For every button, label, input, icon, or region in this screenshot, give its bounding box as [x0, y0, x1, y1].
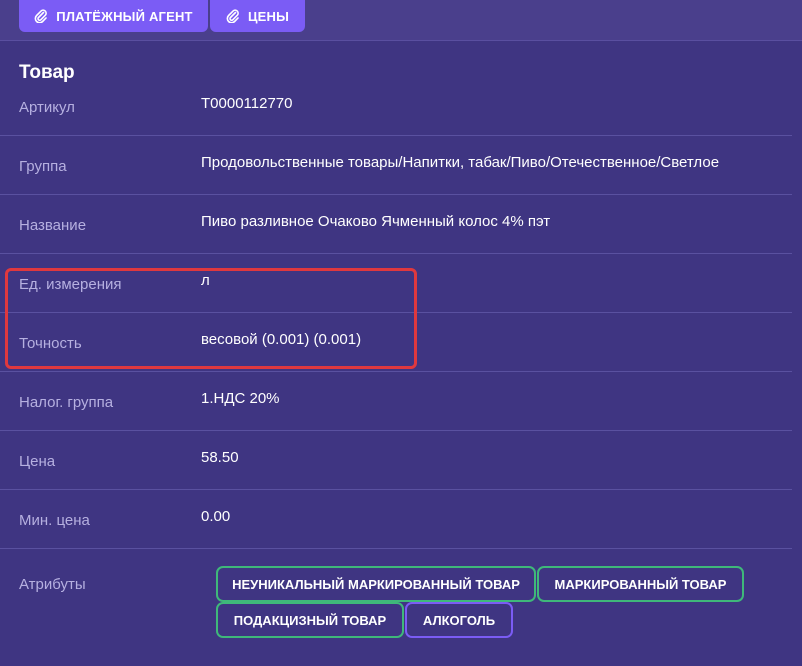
prices-label: ЦЕНЫ — [247, 8, 290, 24]
paperclip-icon — [34, 9, 48, 24]
field-label: Группа — [19, 158, 67, 175]
payment-agent-button[interactable]: ПЛАТЁЖНЫЙ АГЕНТ — [19, 0, 208, 32]
field-value: Пиво разливное Очаково Ячменный колос 4%… — [201, 213, 551, 230]
field-label: Мин. цена — [19, 512, 90, 529]
field-label: Цена — [19, 453, 56, 470]
payment-agent-label: ПЛАТЁЖНЫЙ АГЕНТ — [56, 8, 193, 24]
field-value: Т0000112770 — [201, 95, 293, 112]
field-value: весовой (0.001) (0.001) — [201, 331, 362, 348]
prices-button[interactable]: ЦЕНЫ — [210, 0, 305, 32]
field-row-precision: Точность весовой (0.001) (0.001) — [0, 313, 792, 372]
field-row-name: Название Пиво разливное Очаково Ячменный… — [0, 195, 792, 254]
field-row-min-price: Мин. цена 0.00 — [0, 490, 792, 549]
attribute-chip-marked[interactable]: МАРКИРОВАННЫЙ ТОВАР — [537, 566, 744, 602]
attribute-chip-alcohol[interactable]: АЛКОГОЛЬ — [405, 602, 513, 638]
field-label: Налог. группа — [19, 394, 114, 411]
field-row-unit: Ед. измерения л — [0, 254, 792, 313]
attribute-chip-excise[interactable]: ПОДАКЦИЗНЫЙ ТОВАР — [216, 602, 404, 638]
field-value: Продовольственные товары/Напитки, табак/… — [201, 154, 720, 171]
attribute-chip-nonunique-marked[interactable]: НЕУНИКАЛЬНЫЙ МАРКИРОВАННЫЙ ТОВАР — [216, 566, 536, 602]
top-toolbar: ПЛАТЁЖНЫЙ АГЕНТ ЦЕНЫ — [0, 0, 802, 41]
field-value: л — [201, 272, 210, 289]
field-label: Название — [19, 217, 87, 234]
field-value: 58.50 — [201, 449, 239, 466]
field-label: Ед. измерения — [19, 276, 122, 293]
field-label: Артикул — [19, 99, 75, 116]
field-value: 0.00 — [201, 508, 231, 525]
field-row-tax-group: Налог. группа 1.НДС 20% — [0, 372, 792, 431]
field-row-group: Группа Продовольственные товары/Напитки,… — [0, 136, 792, 195]
field-value: 1.НДС 20% — [201, 390, 280, 407]
field-row-sku: Артикул Т0000112770 — [0, 77, 792, 136]
field-row-price: Цена 58.50 — [0, 431, 792, 490]
field-label: Атрибуты — [19, 576, 86, 593]
product-panel: Товар Артикул Т0000112770 Группа Продово… — [0, 42, 798, 662]
field-label: Точность — [19, 335, 82, 352]
paperclip-icon — [226, 9, 240, 24]
